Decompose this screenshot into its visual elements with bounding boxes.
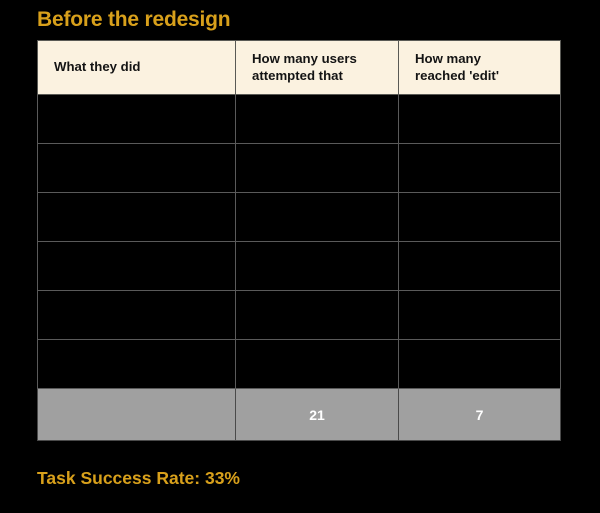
- page-title: Before the redesign: [37, 8, 231, 31]
- column-header-reached-edit-line1: How many: [415, 51, 481, 67]
- column-header-reached-edit: How many reached 'edit': [398, 40, 561, 95]
- cell-attempted: [235, 339, 399, 389]
- cell-what: [37, 143, 236, 193]
- cell-what: [37, 290, 236, 340]
- table-header: What they did How many users attempted t…: [37, 40, 561, 95]
- cell-reached: [398, 339, 561, 389]
- slide-root: Before the redesign What they did How ma…: [0, 0, 600, 513]
- cell-attempted: [235, 94, 399, 144]
- column-header-what-they-did-line1: What they did: [54, 59, 141, 75]
- cell-attempted: [235, 290, 399, 340]
- column-header-attempted-line1: How many users: [252, 51, 357, 67]
- cell-reached: [398, 192, 561, 242]
- cell-reached: [398, 143, 561, 193]
- table-row: [37, 192, 561, 242]
- column-header-attempted-line2: attempted that: [252, 67, 343, 83]
- cell-what: [37, 192, 236, 242]
- cell-attempted: [235, 143, 399, 193]
- column-header-what-they-did: What they did: [37, 40, 236, 95]
- table-row: [37, 339, 561, 389]
- table-row: [37, 143, 561, 193]
- cell-reached: [398, 94, 561, 144]
- table-row: [37, 94, 561, 144]
- task-success-rate-caption: Task Success Rate: 33%: [37, 468, 240, 488]
- cell-attempted: [235, 241, 399, 291]
- table-header-row: What they did How many users attempted t…: [37, 40, 561, 95]
- table-body: 21 7: [37, 94, 561, 441]
- table-total-row: 21 7: [37, 388, 561, 441]
- column-header-attempted: How many users attempted that: [235, 40, 399, 95]
- results-table: What they did How many users attempted t…: [37, 40, 561, 441]
- cell-what: [37, 94, 236, 144]
- table-row: [37, 241, 561, 291]
- cell-attempted: [235, 192, 399, 242]
- total-cell-reached: 7: [398, 388, 561, 441]
- cell-reached: [398, 290, 561, 340]
- cell-what: [37, 339, 236, 389]
- cell-reached: [398, 241, 561, 291]
- table-row: [37, 290, 561, 340]
- total-cell-attempted: 21: [235, 388, 399, 441]
- column-header-reached-edit-line2: reached 'edit': [415, 67, 499, 83]
- total-cell-label: [37, 388, 236, 441]
- cell-what: [37, 241, 236, 291]
